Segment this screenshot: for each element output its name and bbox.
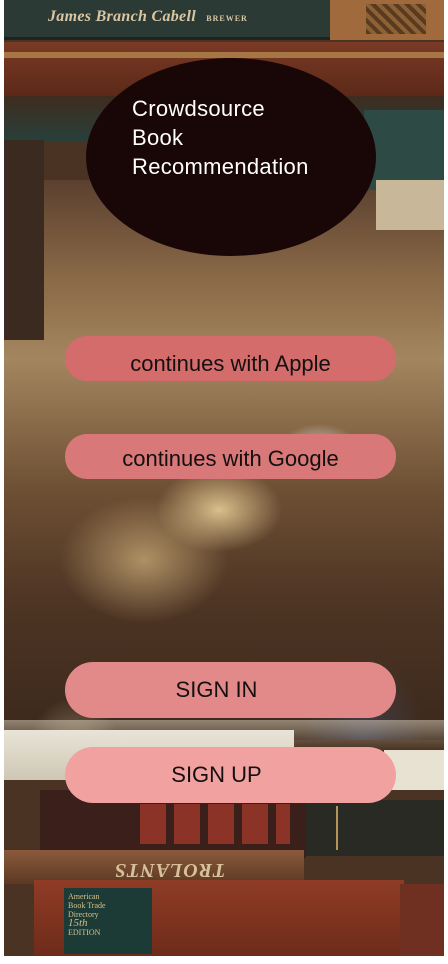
book-label-line: 15th [68,917,88,929]
book-spine [306,800,444,856]
shelf-edge [4,140,44,340]
book-label-line: American [68,892,100,901]
continue-with-google-label: continues with Google [122,445,339,471]
book-spine-title: James Branch Cabell BREWER [48,8,248,26]
sign-in-label: SIGN IN [175,677,258,702]
book-label-text: American Book Trade Directory 15th EDITI… [64,888,152,937]
app-title-line: Book [132,125,184,150]
book-spine: American Book Trade Directory 15th EDITI… [34,880,404,956]
book-label: American Book Trade Directory 15th EDITI… [64,888,152,954]
continue-with-apple-label: continues with Apple [130,350,331,376]
sign-up-button[interactable]: SIGN UP [65,747,396,803]
book-spine [400,884,444,956]
app-title-line: Recommendation [132,154,309,179]
app-title-line: Crowdsource [132,96,265,121]
book-spine [376,180,444,230]
book-spine-publisher: BREWER [206,14,248,23]
sign-up-label: SIGN UP [171,762,262,787]
continue-with-google-button[interactable]: continues with Google [65,434,396,479]
app-title: Crowdsource Book Recommendation [132,94,352,181]
app-logo-badge: Crowdsource Book Recommendation [86,58,376,256]
sign-in-button[interactable]: SIGN IN [65,662,396,718]
book-spine-title-text: James Branch Cabell [48,8,196,25]
app-screen: James Branch Cabell BREWER TROLANTS Amer… [4,0,444,956]
book-label-line: EDITION [68,928,101,937]
continue-with-apple-button[interactable]: continues with Apple [65,336,396,381]
book-label-line: Book Trade [68,901,106,910]
book-spine-ornament [366,4,426,34]
book-spine [364,110,444,190]
book-spine-title: TROLANTS [114,859,226,881]
